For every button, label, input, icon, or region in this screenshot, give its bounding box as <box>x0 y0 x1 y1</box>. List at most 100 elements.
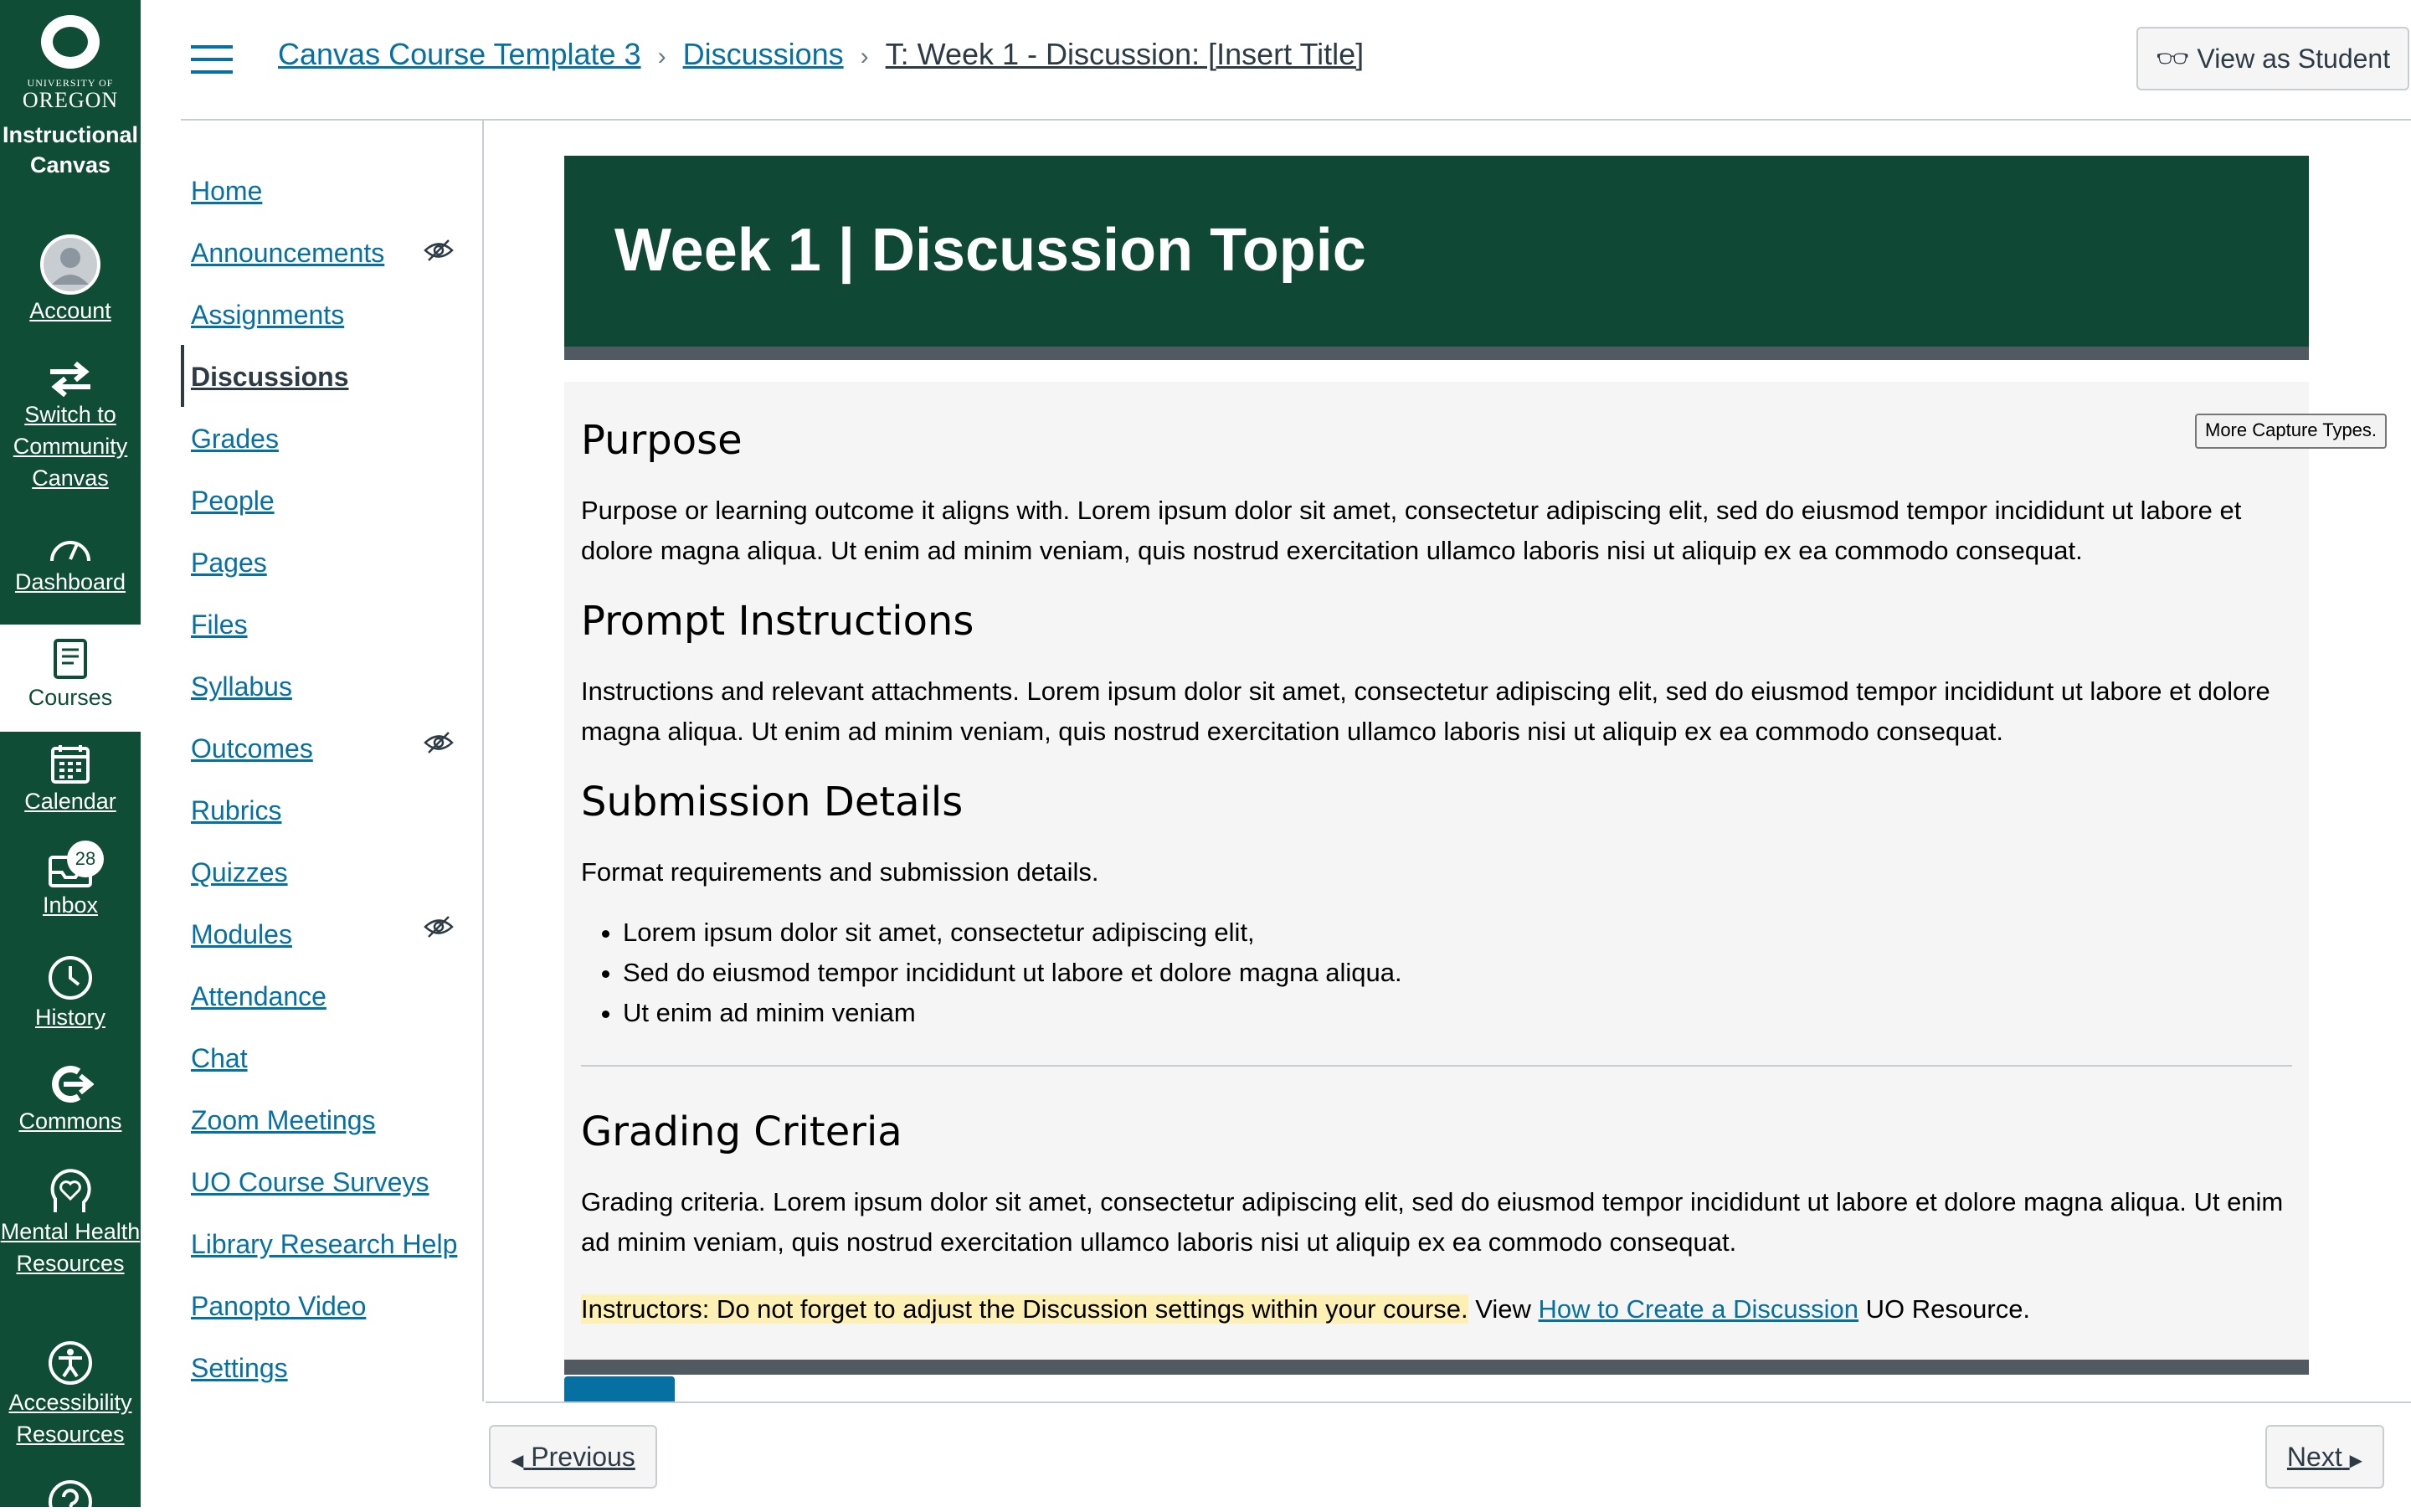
global-nav-courses[interactable]: Courses <box>0 625 141 732</box>
university-logo[interactable]: UNIVERSITY OF OREGON Instructional Canva… <box>0 8 141 180</box>
global-nav-label: Dashboard <box>14 569 126 594</box>
page-header: Canvas Course Template 3 › Discussions › T: … <box>181 0 2411 121</box>
logo-oregon-text: OREGON <box>22 88 119 112</box>
global-nav-label: History <box>34 1005 105 1030</box>
purpose-heading: Purpose <box>581 417 743 464</box>
global-nav-history[interactable]: History <box>0 954 141 1033</box>
commons-arrow-icon <box>52 1066 94 1103</box>
global-nav-dashboard[interactable]: Dashboard <box>0 532 141 598</box>
avatar-icon <box>40 234 100 295</box>
instructor-note: Instructors: Do not forget to adjust the… <box>581 1289 2289 1329</box>
global-nav-account[interactable]: Account <box>0 234 141 327</box>
module-sequence-footer: ◀ Previous Next ▶ <box>486 1401 2411 1509</box>
caret-left-icon: ◀ <box>511 1452 524 1470</box>
instructor-note-highlight: Instructors: Do not forget to adjust the… <box>581 1294 1468 1324</box>
caret-right-icon: ▶ <box>2349 1452 2362 1470</box>
course-nav-zoom[interactable]: Zoom Meetings <box>191 1105 376 1136</box>
global-nav: UNIVERSITY OF OREGON Instructional Canva… <box>0 0 141 1512</box>
course-nav-syllabus[interactable]: Syllabus <box>191 671 292 702</box>
global-nav-inbox[interactable]: 28 Inbox <box>0 841 141 921</box>
calendar-icon <box>51 745 90 784</box>
course-nav-rubrics[interactable]: Rubrics <box>191 795 281 826</box>
active-indicator <box>181 345 184 407</box>
heart-head-icon <box>50 1169 91 1212</box>
grading-text: Grading criteria. Lorem ipsum dolor sit … <box>581 1187 2284 1257</box>
submission-text: Format requirements and submission detai… <box>581 857 1099 887</box>
view-as-student-button[interactable]: 👓︎ View as Student <box>2136 27 2409 90</box>
view-as-student-label: View as Student <box>2197 44 2391 74</box>
previous-button[interactable]: ◀ Previous <box>489 1425 657 1489</box>
glasses-icon: 👓︎ <box>2155 44 2190 74</box>
capture-tooltip: More Capture Types. <box>2195 414 2388 449</box>
oregon-o-icon <box>41 15 100 69</box>
course-nav-settings[interactable]: Settings <box>191 1353 288 1384</box>
submission-heading: Submission Details <box>581 779 964 825</box>
course-nav-announcements[interactable]: Announcements <box>191 238 384 269</box>
instructor-note-view: View <box>1468 1294 1539 1324</box>
course-nav-library[interactable]: Library Research Help <box>191 1229 457 1260</box>
course-nav-modules[interactable]: Modules <box>191 919 292 950</box>
eye-slash-icon <box>424 239 454 261</box>
purpose-text: Purpose or learning outcome it aligns wi… <box>581 496 2242 565</box>
course-nav-chat[interactable]: Chat <box>191 1043 248 1074</box>
course-nav-pages[interactable]: Pages <box>191 548 267 579</box>
inbox-unread-badge: 28 <box>67 841 104 877</box>
eye-slash-icon <box>424 916 454 938</box>
global-nav-label: Inbox <box>42 892 99 918</box>
discussion-banner: Week 1 | Discussion Topic <box>564 156 2309 360</box>
divider <box>581 1065 2292 1067</box>
discussion-content: Purpose Purpose or learning outcome it a… <box>564 382 2309 1360</box>
global-nav-label: Commons <box>18 1108 122 1134</box>
page-title: Week 1 | Discussion Topic <box>614 217 1366 284</box>
next-button[interactable]: Next ▶ <box>2264 1425 2384 1489</box>
global-nav-switch-community[interactable]: Switch to Community Canvas <box>0 360 141 494</box>
course-nav-people[interactable]: People <box>191 486 275 517</box>
breadcrumb-course[interactable]: Canvas Course Template 3 <box>278 37 641 71</box>
dashboard-gauge-icon <box>50 541 90 562</box>
global-nav-label: Courses <box>28 685 113 710</box>
global-nav-label: Calendar <box>24 789 116 814</box>
course-nav: Home Announcements Assignments Discussio… <box>181 121 484 1401</box>
global-nav-calendar[interactable]: Calendar <box>0 743 141 817</box>
help-icon[interactable] <box>47 1479 94 1512</box>
breadcrumb-discussions[interactable]: Discussions <box>683 37 844 71</box>
switch-arrows-icon <box>50 361 90 398</box>
course-nav-quizzes[interactable]: Quizzes <box>191 857 288 888</box>
hamburger-icon <box>191 45 233 49</box>
previous-label: Previous <box>531 1442 635 1472</box>
instructor-note-tail: UO Resource. <box>1858 1294 2031 1324</box>
how-to-create-discussion-link[interactable]: How to Create a Discussion <box>1539 1294 1859 1324</box>
course-nav-grades[interactable]: Grades <box>191 424 279 455</box>
course-nav-surveys[interactable]: UO Course Surveys <box>191 1167 429 1198</box>
course-nav-attendance[interactable]: Attendance <box>191 981 326 1012</box>
course-nav-assignments[interactable]: Assignments <box>191 300 344 331</box>
grading-heading: Grading Criteria <box>581 1108 902 1155</box>
global-nav-accessibility[interactable]: Accessibility Resources <box>0 1340 141 1450</box>
global-nav-label: Mental Health Resources <box>0 1219 141 1276</box>
eye-slash-icon <box>424 732 454 753</box>
course-nav-panopto[interactable]: Panopto Video <box>191 1291 366 1322</box>
content-bottom-bar <box>564 1360 2309 1375</box>
course-nav-home[interactable]: Home <box>191 176 262 207</box>
list-item: Lorem ipsum dolor sit amet, consectetur … <box>623 913 1402 953</box>
submission-bullets: Lorem ipsum dolor sit amet, consectetur … <box>581 913 1402 1033</box>
prompt-text: Instructions and relevant attachments. L… <box>581 676 2270 746</box>
global-nav-mental-health[interactable]: Mental Health Resources <box>0 1169 141 1279</box>
accessibility-icon <box>49 1341 92 1385</box>
course-nav-discussions[interactable]: Discussions <box>191 362 349 393</box>
clock-icon <box>49 956 92 1000</box>
post-button-partial[interactable] <box>564 1376 675 1401</box>
chevron-right-icon: › <box>657 43 666 70</box>
global-nav-label: Switch to Community Canvas <box>13 402 128 491</box>
course-nav-outcomes[interactable]: Outcomes <box>191 733 313 764</box>
course-menu-toggle[interactable] <box>191 45 233 74</box>
chevron-right-icon: › <box>860 43 869 70</box>
global-nav-commons[interactable]: Commons <box>0 1063 141 1137</box>
list-item: Sed do eiusmod tempor incididunt ut labo… <box>623 953 1402 993</box>
course-nav-files[interactable]: Files <box>191 609 248 640</box>
breadcrumb-current[interactable]: T: Week 1 - Discussion: [Insert Title] <box>886 37 1365 71</box>
app-name: Instructional Canvas <box>2 122 138 177</box>
list-item: Ut enim ad minim veniam <box>623 993 1402 1033</box>
next-label: Next <box>2286 1442 2342 1472</box>
global-nav-label: Account <box>29 298 111 323</box>
